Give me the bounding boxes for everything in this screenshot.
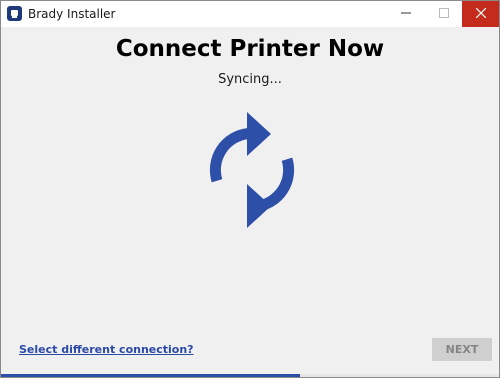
progress-bar-fill [1,374,300,377]
minimize-icon [401,5,411,23]
main-content: Connect Printer Now Syncing... Select di… [1,27,499,377]
installer-window: Brady Installer Connect Printer Now Sync… [0,0,500,378]
next-button[interactable]: NEXT [432,338,492,361]
maximize-icon [439,5,449,23]
sync-status-text: Syncing... [218,72,282,87]
minimize-button[interactable] [387,1,425,27]
select-different-connection-link[interactable]: Select different connection? [19,343,194,356]
close-button[interactable] [462,1,499,27]
progress-bar [1,374,499,377]
window-title: Brady Installer [28,7,116,21]
brady-app-icon [7,6,22,21]
sync-arrows-icon [205,112,299,228]
page-title: Connect Printer Now [115,36,385,62]
maximize-button[interactable] [425,1,463,27]
close-icon [475,5,486,23]
title-bar[interactable]: Brady Installer [1,1,499,27]
